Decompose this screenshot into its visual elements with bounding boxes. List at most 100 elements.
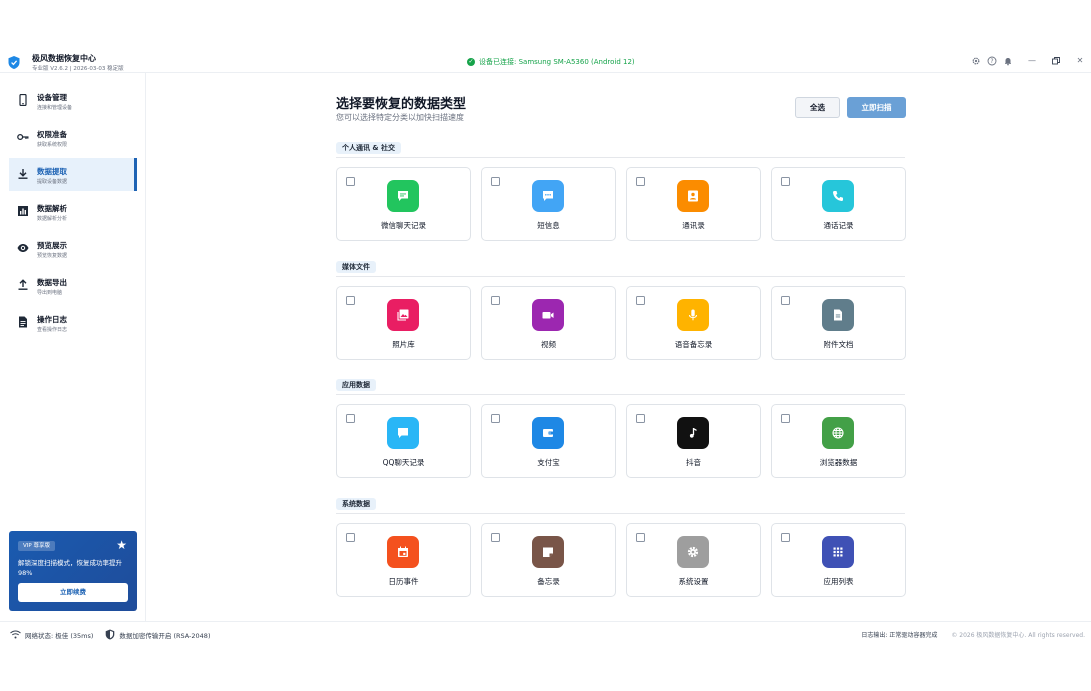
section-divider <box>336 394 905 395</box>
card-checkbox[interactable] <box>636 414 645 423</box>
wifi-icon <box>10 630 21 639</box>
section-title: 个人通讯 & 社交 <box>336 142 401 154</box>
star-icon: ★ <box>116 538 127 552</box>
sidebar-item-label: 数据导出 <box>37 278 67 287</box>
log-icon <box>19 316 27 328</box>
section-divider <box>336 276 905 277</box>
data-type-card-calendar[interactable]: 日历事件 <box>336 523 471 597</box>
card-label: 日历事件 <box>388 577 419 586</box>
card-checkbox[interactable] <box>636 296 645 305</box>
card-checkbox[interactable] <box>781 177 790 186</box>
data-type-card-calls[interactable]: 通话记录 <box>771 167 906 241</box>
card-checkbox[interactable] <box>781 296 790 305</box>
help-icon[interactable]: ? <box>987 56 997 66</box>
qq-chat-icon <box>387 417 419 449</box>
data-type-card-video[interactable]: 视频 <box>481 286 616 360</box>
sidebar-item-preview[interactable]: 预览展示 预览恢复数据 <box>9 232 137 265</box>
card-label: 照片库 <box>392 340 415 349</box>
card-checkbox[interactable] <box>636 533 645 542</box>
sidebar-item-permission[interactable]: 权限准备 获取系统权限 <box>9 121 137 154</box>
scan-now-button[interactable]: 立即扫描 <box>847 97 906 118</box>
connection-text: 设备已连接: Samsung SM-A5360 (Android 12) <box>479 58 635 66</box>
contacts-icon <box>677 180 709 212</box>
upload-icon <box>18 279 28 290</box>
select-all-button[interactable]: 全选 <box>795 97 840 118</box>
sms-icon <box>532 180 564 212</box>
app-logo-icon <box>8 56 20 69</box>
section-divider <box>336 513 905 514</box>
card-checkbox[interactable] <box>491 533 500 542</box>
section-title: 应用数据 <box>336 379 376 391</box>
sidebar-item-label: 操作日志 <box>37 315 67 324</box>
close-button[interactable]: ✕ <box>1075 56 1085 66</box>
sidebar-item-extract[interactable]: 数据提取 提取设备数据 <box>9 158 137 191</box>
sidebar-item-sub: 查看操作日志 <box>37 327 68 333</box>
shield-icon <box>106 629 115 640</box>
photo-icon <box>387 299 419 331</box>
data-type-card-documents[interactable]: 附件文档 <box>771 286 906 360</box>
sidebar-item-log[interactable]: 操作日志 查看操作日志 <box>9 306 137 339</box>
card-checkbox[interactable] <box>491 296 500 305</box>
card-label: 视频 <box>541 340 556 349</box>
card-label: 附件文档 <box>823 340 854 349</box>
sidebar-item-label: 权限准备 <box>37 130 67 139</box>
section-title: 系统数据 <box>336 498 376 510</box>
data-type-card-qq[interactable]: QQ聊天记录 <box>336 404 471 478</box>
data-type-card-apps[interactable]: 应用列表 <box>771 523 906 597</box>
sidebar: 设备管理 连接和管理设备 权限准备 获取系统权限 数据提取 提取设备数据 数据解… <box>0 73 146 621</box>
data-type-card-sms[interactable]: 短信息 <box>481 167 616 241</box>
apps-icon <box>822 536 854 568</box>
card-checkbox[interactable] <box>491 177 500 186</box>
sidebar-item-device[interactable]: 设备管理 连接和管理设备 <box>9 84 137 117</box>
data-type-card-douyin[interactable]: 抖音 <box>626 404 761 478</box>
data-type-card-contacts[interactable]: 通讯录 <box>626 167 761 241</box>
card-checkbox[interactable] <box>346 414 355 423</box>
mic-icon <box>677 299 709 331</box>
data-type-card-alipay[interactable]: 支付宝 <box>481 404 616 478</box>
bell-icon[interactable] <box>1003 56 1013 66</box>
card-checkbox[interactable] <box>636 177 645 186</box>
card-label: 浏览器数据 <box>819 458 858 467</box>
card-checkbox[interactable] <box>781 414 790 423</box>
sidebar-item-export[interactable]: 数据导出 导出到电脑 <box>9 269 137 302</box>
page-subtitle: 您可以选择特定分类以加快扫描速度 <box>336 113 464 122</box>
data-type-card-photos[interactable]: 照片库 <box>336 286 471 360</box>
check-circle-icon: ✓ <box>467 58 475 66</box>
card-label: 备忘录 <box>537 577 560 586</box>
sidebar-item-sub: 导出到电脑 <box>37 290 63 296</box>
card-label: 应用列表 <box>823 577 854 586</box>
encryption-status: 数据加密传输开启 (RSA-2048) <box>119 631 211 640</box>
data-type-card-notes[interactable]: 备忘录 <box>481 523 616 597</box>
gear-icon[interactable] <box>971 56 981 66</box>
renew-button[interactable]: 立即续费 <box>18 583 128 602</box>
sidebar-item-sub: 提取设备数据 <box>37 179 68 185</box>
data-type-card-browser[interactable]: 浏览器数据 <box>771 404 906 478</box>
card-label: 系统设置 <box>678 577 709 586</box>
sidebar-item-label: 设备管理 <box>37 93 67 102</box>
data-type-card-settings[interactable]: 系统设置 <box>626 523 761 597</box>
sidebar-item-parse[interactable]: 数据解析 数据解析分析 <box>9 195 137 228</box>
calendar-icon <box>387 536 419 568</box>
download-icon <box>18 169 28 179</box>
title-bar-controls: ? — ✕ <box>965 56 1085 66</box>
network-status: 网络状态: 极佳 (35ms) <box>25 631 94 640</box>
card-checkbox[interactable] <box>346 177 355 186</box>
card-label: 通讯录 <box>682 221 705 230</box>
globe-icon <box>822 417 854 449</box>
card-checkbox[interactable] <box>781 533 790 542</box>
card-checkbox[interactable] <box>346 296 355 305</box>
restore-button[interactable] <box>1051 56 1061 66</box>
data-type-card-wechat[interactable]: 微信聊天记录 <box>336 167 471 241</box>
app-window: 极风数据恢复中心 专业版 V2.6.2 | 2026-03-03 稳定版 ✓ 设… <box>0 47 1091 645</box>
page-title: 选择要恢复的数据类型 <box>336 97 467 112</box>
card-checkbox[interactable] <box>491 414 500 423</box>
minimize-button[interactable]: — <box>1027 56 1037 66</box>
log-output: 日志输出: 正常驱动容器完成 <box>861 632 938 639</box>
vip-badge: VIP 尊享版 <box>18 541 55 551</box>
music-note-icon <box>677 417 709 449</box>
card-label: 通话记录 <box>823 221 854 230</box>
data-type-card-voice-memo[interactable]: 语音备忘录 <box>626 286 761 360</box>
card-label: 支付宝 <box>537 458 560 467</box>
card-label: 短信息 <box>537 221 560 230</box>
card-checkbox[interactable] <box>346 533 355 542</box>
